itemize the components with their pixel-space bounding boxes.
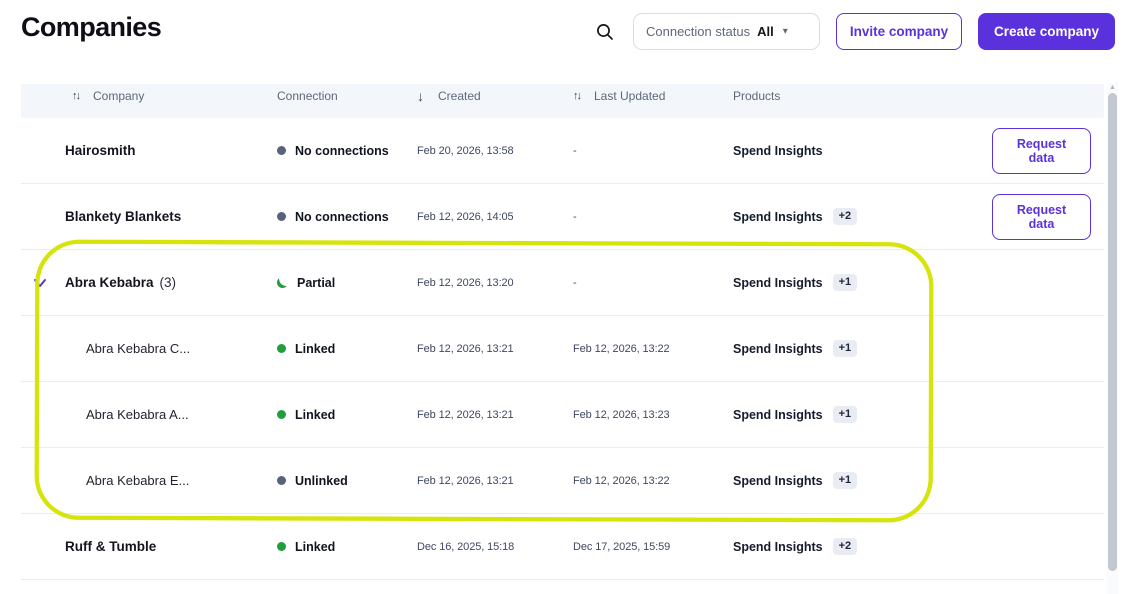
connection-status-icon: [277, 410, 286, 419]
invite-company-button[interactable]: Invite company: [836, 13, 962, 50]
products-badge[interactable]: +1: [833, 472, 858, 489]
table-row[interactable]: Hairosmith No connections Feb 20, 2026, …: [21, 118, 1104, 184]
column-header-label: Company: [93, 89, 144, 103]
products-label: Spend Insights: [733, 540, 823, 554]
created-cell: Feb 20, 2026, 13:58: [417, 145, 573, 157]
products-label: Spend Insights: [733, 210, 823, 224]
column-header-last-updated[interactable]: ↑↓ Last Updated: [573, 89, 733, 103]
connection-status-label: Linked: [295, 342, 335, 356]
connection-status-label: No connections: [295, 144, 389, 158]
request-data-button[interactable]: Request data: [992, 194, 1091, 240]
company-count: (3): [160, 275, 177, 290]
connection-status-filter[interactable]: Connection status All ▾: [633, 13, 820, 50]
created-cell: Feb 12, 2026, 14:05: [417, 211, 573, 223]
last-updated-cell: -: [573, 277, 733, 289]
products-label: Spend Insights: [733, 474, 823, 488]
last-updated-cell: Dec 17, 2025, 15:59: [573, 541, 733, 553]
table-header-row: ↑↓ Company Connection ↓ Created ↑↓ Last …: [21, 84, 1104, 118]
connection-status-icon: [277, 212, 286, 221]
expand-toggle-cell[interactable]: [21, 277, 65, 289]
connection-status-label: Unlinked: [295, 474, 348, 488]
last-updated-cell: Feb 12, 2026, 13:22: [573, 475, 733, 487]
connection-status-label: Linked: [295, 408, 335, 422]
last-updated-cell: Feb 12, 2026, 13:22: [573, 343, 733, 355]
table-row[interactable]: Blankety Blankets No connections Feb 12,…: [21, 184, 1104, 250]
table-row[interactable]: Abra Kebabra E... Unlinked Feb 12, 2026,…: [21, 448, 1104, 514]
products-label: Spend Insights: [733, 342, 823, 356]
companies-table: ↑↓ Company Connection ↓ Created ↑↓ Last …: [21, 84, 1104, 580]
column-header-products: Products: [733, 89, 992, 103]
products-badge[interactable]: +1: [833, 406, 858, 423]
search-icon: [596, 23, 614, 41]
products-badge[interactable]: +2: [833, 208, 858, 225]
company-name: Blankety Blankets: [65, 209, 181, 224]
created-cell: Feb 12, 2026, 13:21: [417, 475, 573, 487]
table-body: Hairosmith No connections Feb 20, 2026, …: [21, 118, 1104, 580]
connection-status-icon: [277, 344, 286, 353]
table-row[interactable]: Abra Kebabra (3) Partial Feb 12, 2026, 1…: [21, 250, 1104, 316]
company-name: Hairosmith: [65, 143, 136, 158]
scroll-up-arrow-icon[interactable]: ▲: [1107, 83, 1118, 93]
column-header-label: Created: [438, 89, 481, 103]
last-updated-cell: Feb 12, 2026, 13:23: [573, 409, 733, 421]
products-label: Spend Insights: [733, 276, 823, 290]
products-badge[interactable]: +1: [833, 274, 858, 291]
topbar: Companies Connection status All ▾ Invite…: [21, 10, 1102, 54]
connection-status-label: Partial: [297, 276, 335, 290]
search-button[interactable]: [593, 20, 617, 44]
company-name: Abra Kebabra C...: [86, 341, 190, 356]
table-row[interactable]: Abra Kebabra C... Linked Feb 12, 2026, 1…: [21, 316, 1104, 382]
scrollbar-thumb[interactable]: [1108, 93, 1117, 571]
company-name: Abra Kebabra: [65, 275, 154, 290]
column-header-connection: Connection: [277, 89, 417, 103]
companies-page: Companies Connection status All ▾ Invite…: [0, 0, 1127, 594]
company-name: Abra Kebabra E...: [86, 473, 189, 488]
connection-status-icon: [277, 277, 288, 288]
sort-both-icon[interactable]: ↑↓: [573, 91, 580, 102]
created-cell: Feb 12, 2026, 13:21: [417, 343, 573, 355]
products-badge[interactable]: +2: [833, 538, 858, 555]
created-cell: Dec 16, 2025, 15:18: [417, 541, 573, 553]
create-company-button[interactable]: Create company: [978, 13, 1115, 50]
sort-both-icon[interactable]: ↑↓: [72, 91, 79, 102]
created-cell: Feb 12, 2026, 13:21: [417, 409, 573, 421]
connection-status-label: No connections: [295, 210, 389, 224]
chevron-down-icon: ▾: [783, 26, 788, 37]
table-row[interactable]: Abra Kebabra A... Linked Feb 12, 2026, 1…: [21, 382, 1104, 448]
created-cell: Feb 12, 2026, 13:20: [417, 277, 573, 289]
last-updated-cell: -: [573, 211, 733, 223]
expand-chevron-icon[interactable]: [32, 277, 48, 289]
company-name: Ruff & Tumble: [65, 539, 156, 554]
filter-value: All: [757, 24, 774, 39]
products-badge[interactable]: +1: [833, 340, 858, 357]
request-data-button[interactable]: Request data: [992, 128, 1091, 174]
vertical-scrollbar[interactable]: ▲: [1107, 83, 1118, 594]
column-header-label: Products: [733, 89, 780, 103]
page-title: Companies: [21, 12, 161, 43]
connection-status-label: Linked: [295, 540, 335, 554]
column-header-label: Last Updated: [594, 89, 665, 103]
connection-status-icon: [277, 146, 286, 155]
column-header-created[interactable]: ↓ Created: [417, 89, 573, 103]
column-header-label: Connection: [277, 89, 338, 103]
table-row[interactable]: Ruff & Tumble Linked Dec 16, 2025, 15:18…: [21, 514, 1104, 580]
last-updated-cell: -: [573, 145, 733, 157]
column-header-company[interactable]: ↑↓ Company: [65, 89, 277, 103]
filter-label: Connection status: [646, 24, 750, 39]
products-label: Spend Insights: [733, 408, 823, 422]
connection-status-icon: [277, 542, 286, 551]
connection-status-icon: [277, 476, 286, 485]
company-name: Abra Kebabra A...: [86, 407, 189, 422]
products-label: Spend Insights: [733, 144, 823, 158]
sort-desc-icon[interactable]: ↓: [417, 89, 424, 103]
